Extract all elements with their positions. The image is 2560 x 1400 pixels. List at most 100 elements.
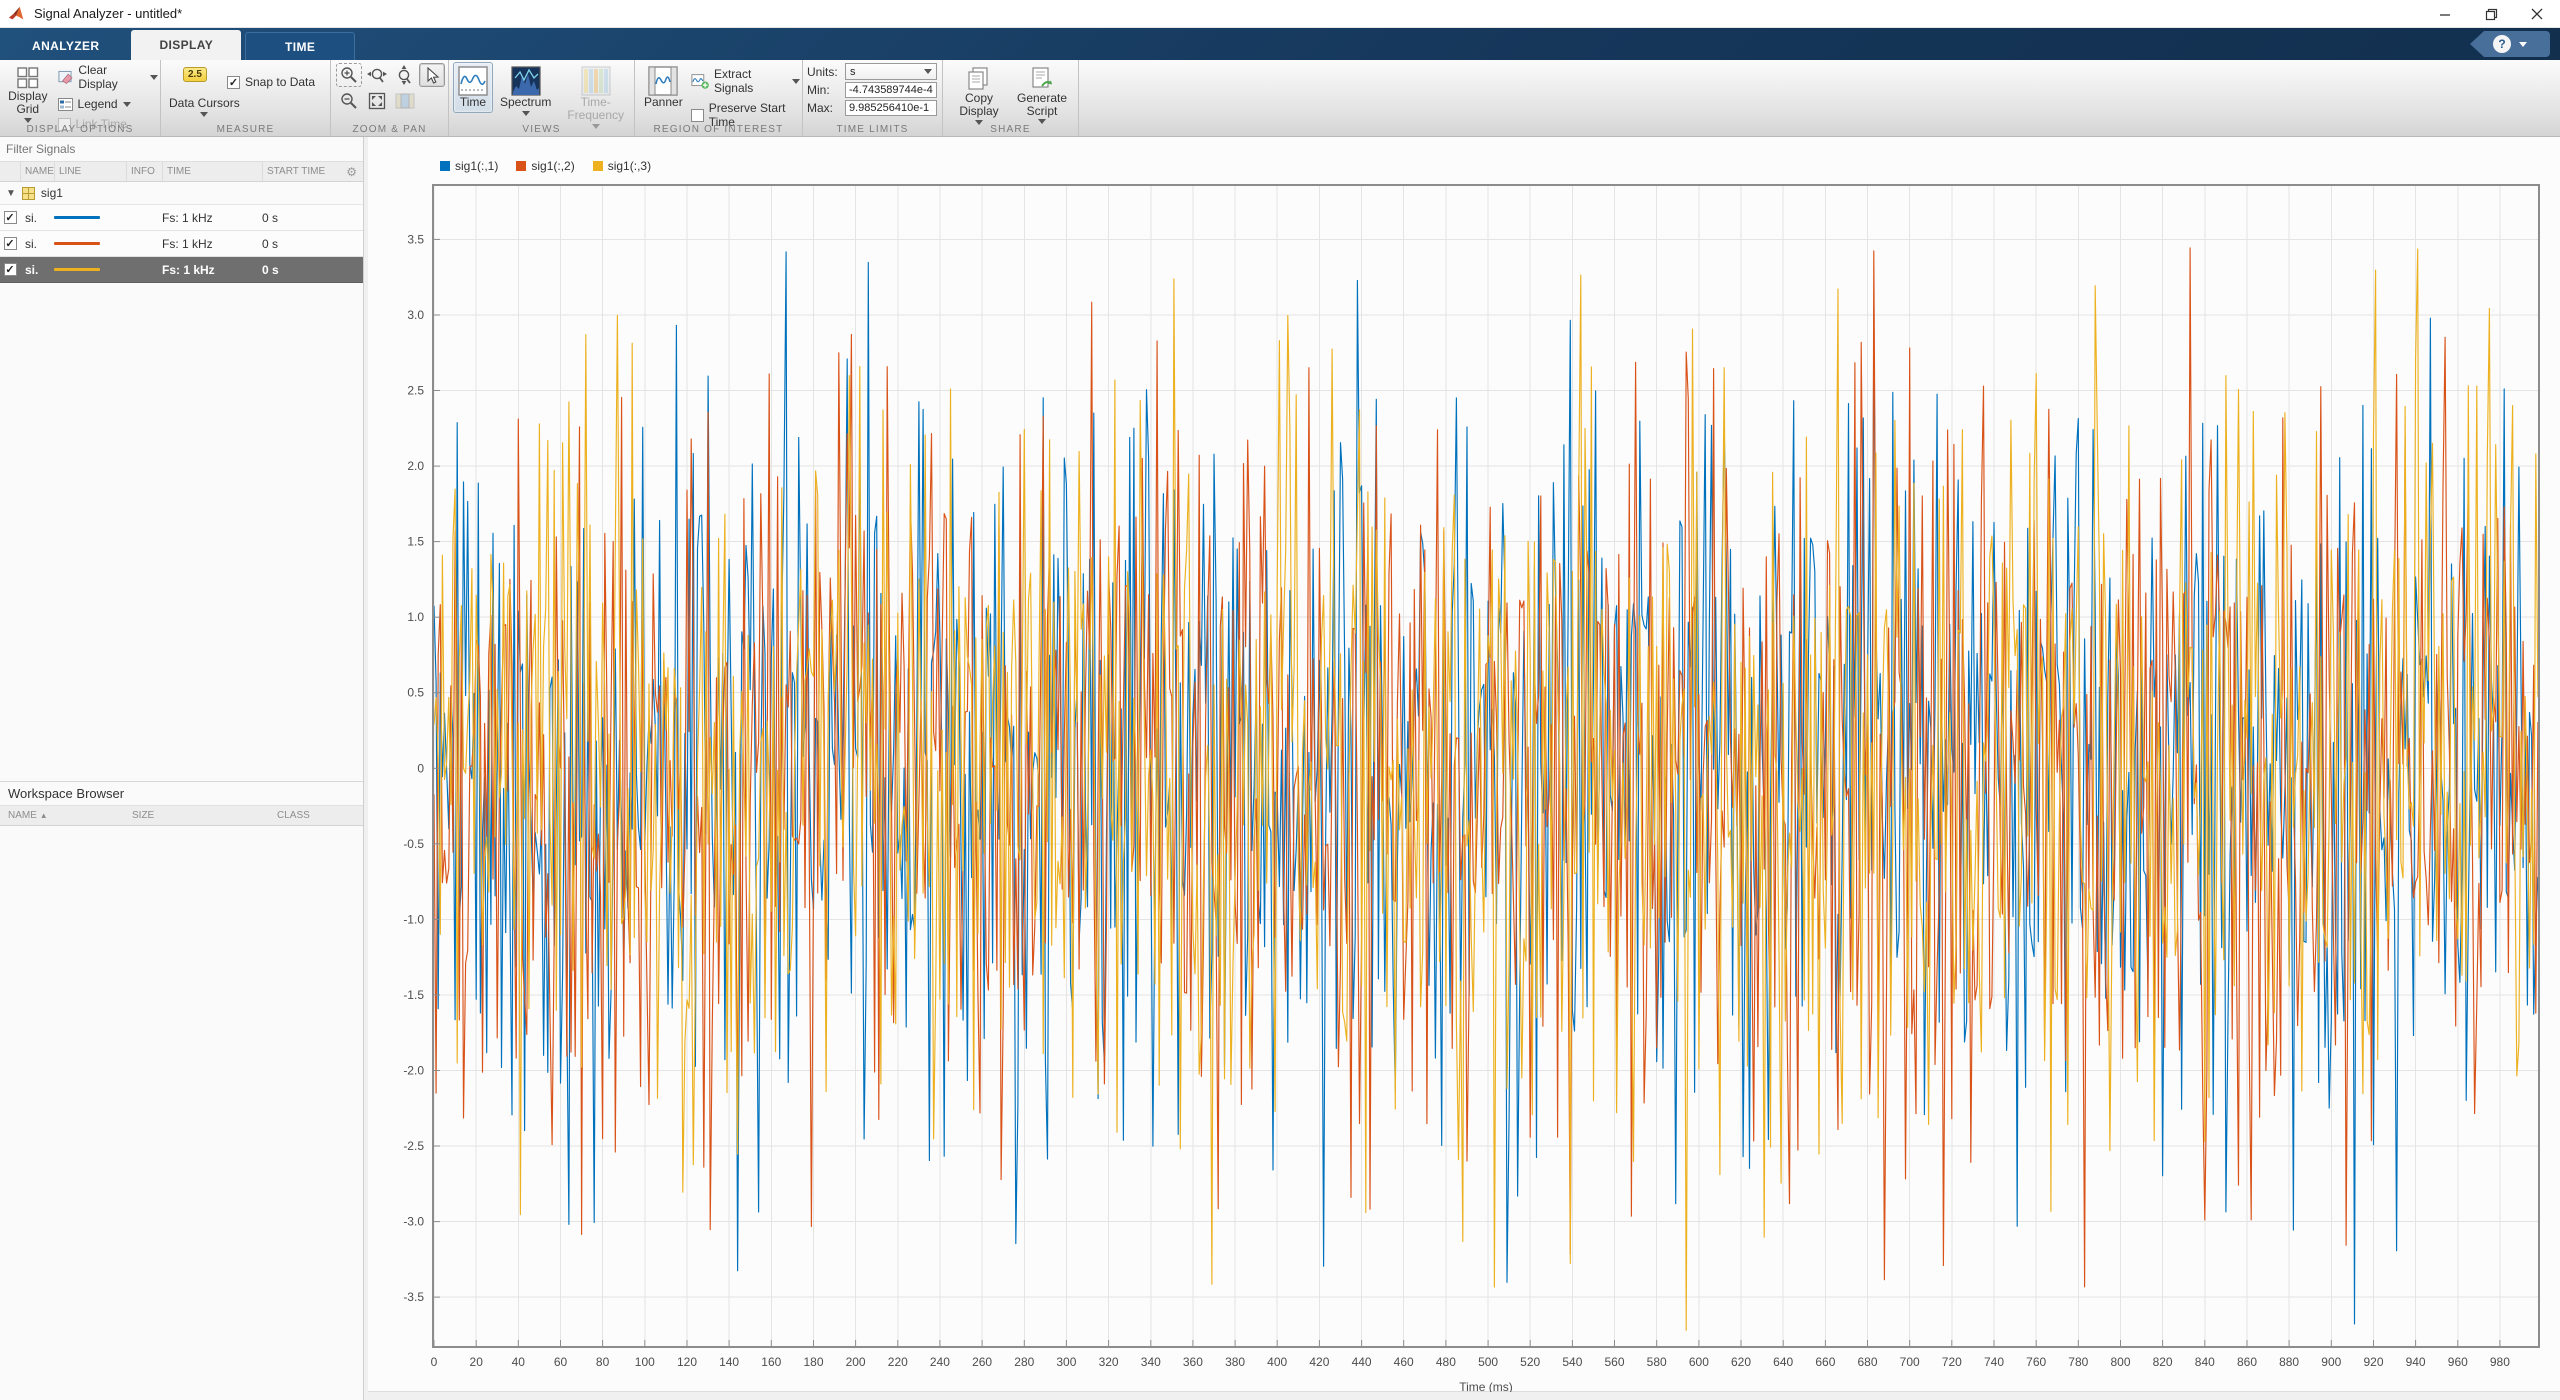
svg-text:2.5: 2.5 [407, 384, 424, 398]
signal-row[interactable]: ✓ si. Fs: 1 kHz 0 s [0, 205, 363, 231]
display-grid-button[interactable]: Display Grid [1, 62, 55, 127]
sort-ascending-icon: ▲ [40, 811, 48, 820]
minimize-icon [2439, 8, 2451, 20]
svg-text:3.0: 3.0 [407, 308, 424, 322]
svg-text:80: 80 [596, 1355, 610, 1369]
legend-item[interactable]: sig1(:,3) [593, 159, 651, 173]
section-time-limits: Units: s Min: Max: TIME LIMITS [803, 60, 943, 136]
time-view-icon [458, 66, 488, 96]
svg-text:-3.5: -3.5 [403, 1290, 424, 1304]
zoom-out-button[interactable] [336, 89, 362, 113]
tree-collapse-icon[interactable]: ▼ [6, 188, 16, 199]
fit-to-view-button[interactable] [364, 89, 390, 113]
filter-signals-row [0, 137, 363, 162]
svg-text:860: 860 [2237, 1355, 2257, 1369]
svg-text:0.5: 0.5 [407, 686, 424, 700]
min-time-input[interactable] [845, 82, 937, 98]
signal-table-header: NAME LINE INFO TIME START TIME ⚙ [0, 162, 363, 182]
svg-text:40: 40 [512, 1355, 526, 1369]
close-button[interactable] [2514, 0, 2560, 28]
copy-display-label: Copy Display [953, 92, 1005, 118]
data-cursors-button[interactable]: Data Cursors [169, 96, 240, 117]
signal-start-time: 0 s [262, 211, 342, 225]
svg-text:180: 180 [803, 1355, 823, 1369]
zoom-in-icon [340, 66, 358, 84]
svg-text:740: 740 [1984, 1355, 2004, 1369]
filter-signals-input[interactable] [0, 142, 363, 156]
section-label: SHARE [943, 124, 1078, 135]
fit-to-view-icon [368, 92, 386, 110]
gear-icon[interactable]: ⚙ [346, 165, 357, 179]
panner-icon [648, 66, 678, 96]
max-time-input[interactable] [845, 100, 937, 116]
svg-text:760: 760 [2026, 1355, 2046, 1369]
signal-table-panel: NAME LINE INFO TIME START TIME ⚙ ▼ sig1 … [0, 137, 364, 1400]
help-icon: ? [2493, 35, 2511, 53]
panner-tool-button[interactable] [392, 89, 418, 113]
max-label: Max: [807, 101, 841, 115]
title-bar: Signal Analyzer - untitled* [0, 0, 2560, 28]
panner-label: Panner [644, 96, 683, 109]
tab-analyzer[interactable]: ANALYZER [4, 32, 127, 60]
zoom-x-icon [367, 66, 387, 84]
section-zoom-pan: ZOOM & PAN [331, 60, 449, 136]
spectrum-view-icon [511, 66, 541, 96]
zoom-in-button[interactable] [336, 63, 362, 87]
display-plot-panel: sig1(:,1) sig1(:,2) sig1(:,3) 0204060801… [368, 137, 2560, 1392]
signal-color-swatch [54, 242, 100, 245]
generate-script-button[interactable]: Generate Script [1012, 62, 1072, 128]
signal-row[interactable]: ✓ si. Fs: 1 kHz 0 s [0, 231, 363, 257]
panner-button[interactable]: Panner [639, 62, 688, 113]
time-frequency-view-button[interactable]: Time-Frequency [558, 62, 633, 133]
tab-time[interactable]: TIME [245, 32, 355, 60]
section-label: ZOOM & PAN [331, 124, 448, 135]
clear-display-icon [58, 70, 74, 85]
ws-column-size: SIZE [132, 810, 277, 821]
clear-display-button[interactable]: Clear Display [58, 63, 158, 91]
column-name: NAME [20, 162, 54, 181]
units-select[interactable]: s [845, 63, 937, 80]
restore-button[interactable] [2468, 0, 2514, 28]
signal-group-row[interactable]: ▼ sig1 [0, 182, 363, 205]
checkbox-checked-icon[interactable]: ✓ [4, 237, 17, 250]
units-label: Units: [807, 65, 841, 79]
tab-display[interactable]: DISPLAY [131, 30, 241, 60]
section-label: MEASURE [161, 124, 330, 135]
checkbox-checked-icon[interactable]: ✓ [4, 211, 17, 224]
legend-button[interactable]: Legend [58, 97, 158, 111]
svg-text:420: 420 [1309, 1355, 1329, 1369]
svg-text:380: 380 [1225, 1355, 1245, 1369]
chevron-down-icon [792, 79, 800, 84]
svg-text:540: 540 [1562, 1355, 1582, 1369]
legend-item[interactable]: sig1(:,2) [516, 159, 574, 173]
checkbox-checked-icon[interactable]: ✓ [4, 263, 17, 276]
spectrum-view-button[interactable]: Spectrum [495, 62, 556, 120]
svg-text:840: 840 [2195, 1355, 2215, 1369]
legend-item[interactable]: sig1(:,1) [440, 159, 498, 173]
legend-color-swatch [440, 161, 450, 171]
time-view-button[interactable]: Time [453, 62, 493, 113]
svg-text:-2.5: -2.5 [403, 1139, 424, 1153]
signal-analyzer-window: Signal Analyzer - untitled* ANALYZER DIS… [0, 0, 2560, 1400]
snap-to-data-checkbox[interactable]: ✓ Snap to Data [227, 75, 315, 89]
spectrum-view-label: Spectrum [500, 96, 551, 109]
ribbon-filler [1079, 60, 2560, 136]
zoom-x-button[interactable] [364, 63, 390, 87]
svg-text:560: 560 [1604, 1355, 1624, 1369]
workspace-browser: Workspace Browser NAME ▲ SIZE CLASS [0, 781, 363, 826]
zoom-y-button[interactable] [392, 63, 418, 87]
pointer-button[interactable] [419, 63, 445, 87]
chevron-down-icon [123, 102, 131, 107]
section-measure: 2.5 ✓ Snap to Data Data Cursors MEASURE [161, 60, 331, 136]
signal-row[interactable]: ✓ si. Fs: 1 kHz 0 s [0, 257, 363, 283]
ws-column-name: NAME ▲ [0, 810, 132, 821]
minimize-button[interactable] [2422, 0, 2468, 28]
copy-display-button[interactable]: Copy Display [948, 62, 1010, 129]
section-label: VIEWS [449, 124, 634, 135]
extract-signals-button[interactable]: Extract Signals [691, 67, 800, 95]
time-plot-canvas[interactable]: 0204060801001201401601802002202402602803… [368, 137, 2560, 1392]
svg-text:280: 280 [1014, 1355, 1034, 1369]
help-button[interactable]: ? [2470, 31, 2550, 57]
svg-text:780: 780 [2068, 1355, 2088, 1369]
signal-color-swatch [54, 268, 100, 271]
